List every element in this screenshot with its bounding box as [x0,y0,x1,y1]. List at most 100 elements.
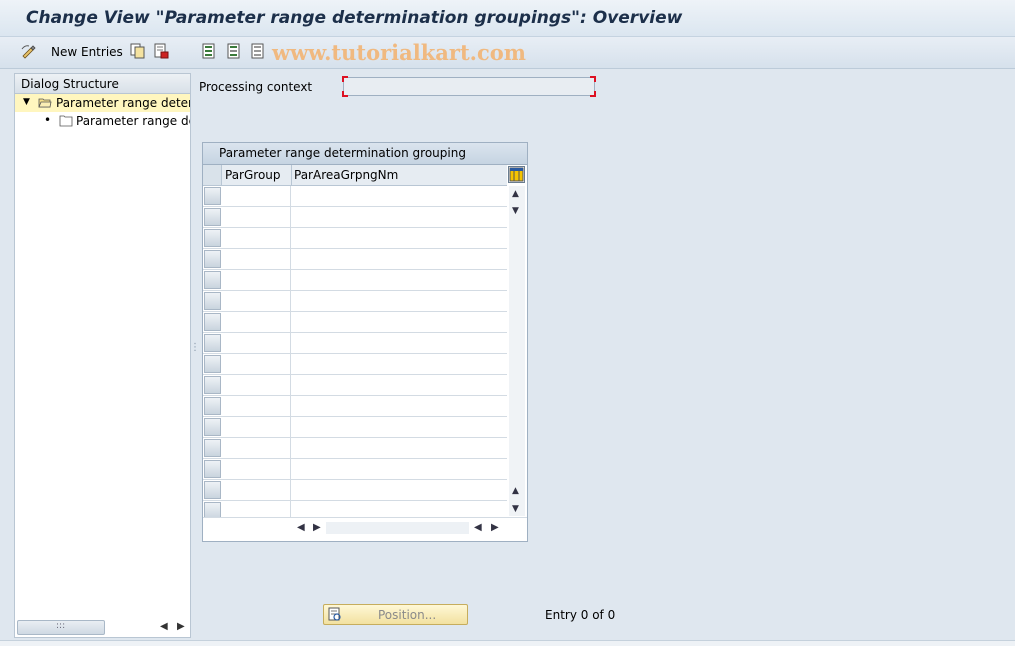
scroll-left-icon[interactable]: ◀ [160,621,168,632]
table-horizontal-scrollbar[interactable]: ◀ ▶ ◀ ▶ [203,517,527,540]
delete-icon[interactable] [153,43,169,59]
status-bar [0,640,1015,646]
grouping-table: Parameter range determination grouping P… [202,142,528,542]
row-selector[interactable] [204,460,221,478]
cell-parareagrpngnm[interactable] [293,228,507,248]
copy-as-icon[interactable] [130,43,146,59]
cell-pargroup[interactable] [222,396,291,416]
cell-pargroup[interactable] [222,186,291,206]
processing-context-label: Processing context [199,80,313,94]
title-bar: Change View "Parameter range determinati… [0,0,1015,37]
cell-parareagrpngnm[interactable] [293,291,507,311]
entry-count: Entry 0 of 0 [545,608,616,622]
table-vertical-scrollbar[interactable]: ▲ ▼ ▲ ▼ [509,186,525,516]
column-header-pargroup[interactable]: ParGroup [225,168,281,182]
row-selector[interactable] [204,418,221,436]
table-row [203,375,507,396]
row-selector[interactable] [204,187,221,205]
cell-parareagrpngnm[interactable] [293,354,507,374]
scroll-bottom-icon[interactable]: ▼ [512,504,519,514]
row-selector[interactable] [204,292,221,310]
application-toolbar: New Entries www.tutorialkart.com [0,37,1015,69]
cell-pargroup[interactable] [222,417,291,437]
panel-splitter[interactable]: ⋮ [190,342,200,353]
processing-context-field[interactable] [342,76,596,97]
cell-pargroup[interactable] [222,375,291,395]
scroll-top-icon[interactable]: ▲ [512,189,519,199]
col-scroll-right-icon[interactable]: ▶ [313,522,321,533]
cell-parareagrpngnm[interactable] [293,186,507,206]
scroll-up-icon[interactable]: ▲ [512,486,519,496]
deselect-all-icon[interactable] [250,43,266,59]
table-settings-icon[interactable] [508,166,525,183]
row-selector[interactable] [204,208,221,226]
row-selector[interactable] [204,250,221,268]
col-scroll-left-icon[interactable]: ◀ [297,522,305,533]
column-header-parareagrpngnm[interactable]: ParAreaGrpngNm [294,168,398,182]
row-selector[interactable] [204,271,221,289]
table-row [203,312,507,333]
cell-parareagrpngnm[interactable] [293,396,507,416]
cell-parareagrpngnm[interactable] [293,438,507,458]
table-row [203,249,507,270]
cell-parareagrpngnm[interactable] [293,375,507,395]
new-entries-button[interactable]: New Entries [51,45,123,59]
cell-parareagrpngnm[interactable] [293,459,507,479]
cell-pargroup[interactable] [222,228,291,248]
dialog-structure-title: Dialog Structure [21,77,119,91]
row-selector[interactable] [204,376,221,394]
cell-pargroup[interactable] [222,438,291,458]
table-row [203,207,507,228]
position-button[interactable]: Position... [323,604,468,625]
row-selector[interactable] [204,229,221,247]
select-all-icon[interactable] [201,43,217,59]
scroll-down-icon[interactable]: ▼ [512,206,519,216]
expand-arrow-icon[interactable]: ▼ [23,97,30,107]
row-selector[interactable] [204,313,221,331]
row-selector[interactable] [204,439,221,457]
open-folder-icon [38,98,52,108]
select-block-icon[interactable] [226,43,242,59]
cell-pargroup[interactable] [222,270,291,290]
cell-pargroup[interactable] [222,480,291,500]
table-title-bar: Parameter range determination grouping [203,143,527,165]
table-row [203,354,507,375]
cell-parareagrpngnm[interactable] [293,312,507,332]
column-scroll-track[interactable] [326,522,469,534]
tree-horizontal-scrollbar[interactable]: ::: [17,620,105,635]
row-selector[interactable] [204,481,221,499]
cell-pargroup[interactable] [222,333,291,353]
cell-pargroup[interactable] [222,459,291,479]
table-row [203,333,507,354]
table-row [203,417,507,438]
table-row [203,396,507,417]
cell-parareagrpngnm[interactable] [293,270,507,290]
row-selector[interactable] [204,397,221,415]
cell-parareagrpngnm[interactable] [293,249,507,269]
dialog-structure-panel: Dialog Structure ▼ Parameter range deter… [14,73,191,638]
table-row [203,459,507,480]
table-row [203,438,507,459]
row-selector[interactable] [204,334,221,352]
tree-item-groupings[interactable]: ▼ Parameter range determination grouping… [15,94,190,112]
cell-pargroup[interactable] [222,354,291,374]
row-selector[interactable] [204,355,221,373]
change-display-icon[interactable] [21,43,37,59]
page-scroll-right-icon[interactable]: ▶ [491,522,499,533]
cell-pargroup[interactable] [222,312,291,332]
cell-pargroup[interactable] [222,249,291,269]
cell-parareagrpngnm[interactable] [293,207,507,227]
cell-parareagrpngnm[interactable] [293,480,507,500]
table-row [203,186,507,207]
select-all-rows-cell[interactable] [203,165,222,185]
watermark-text: www.tutorialkart.com [272,40,526,65]
table-title: Parameter range determination grouping [219,146,466,160]
tree-item-determination[interactable]: • Parameter range determination [15,112,190,130]
cell-parareagrpngnm[interactable] [293,417,507,437]
position-button-label: Position... [378,608,437,622]
page-scroll-left-icon[interactable]: ◀ [474,522,482,533]
cell-parareagrpngnm[interactable] [293,333,507,353]
scroll-right-icon[interactable]: ▶ [177,621,185,632]
cell-pargroup[interactable] [222,291,291,311]
cell-pargroup[interactable] [222,207,291,227]
